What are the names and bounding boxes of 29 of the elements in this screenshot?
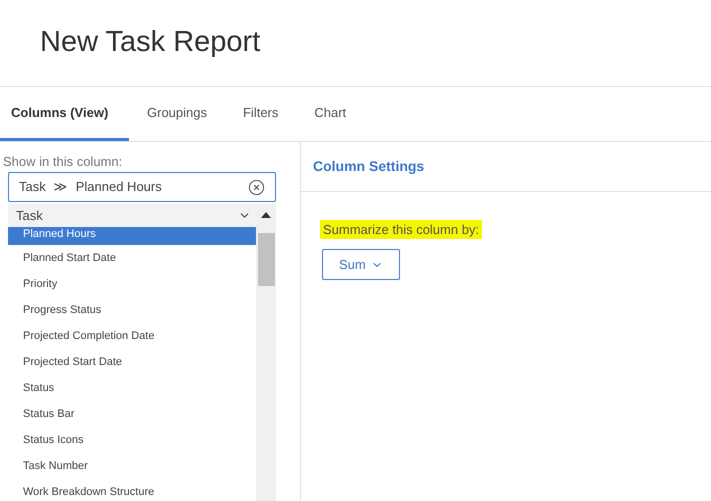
list-item[interactable]: Projected Start Date — [8, 349, 256, 375]
tab[interactable]: Groupings — [129, 87, 225, 141]
list-item[interactable]: Work Breakdown Structure — [8, 479, 256, 501]
clear-icon[interactable] — [248, 178, 265, 196]
group-header[interactable]: Task — [8, 204, 256, 227]
report-title: New Task Report — [40, 25, 260, 60]
panel-title: Column Settings — [313, 157, 424, 176]
list-item[interactable]: Projected Completion Date — [8, 323, 256, 349]
tab[interactable]: Chart — [296, 87, 364, 141]
scroll-up-icon[interactable] — [261, 212, 271, 218]
list-item[interactable]: Progress Status — [8, 297, 256, 323]
tab[interactable]: Columns (View) — [0, 87, 129, 141]
field-value: Planned Hours — [76, 178, 163, 196]
list-item[interactable]: Planned Start Date — [8, 245, 256, 271]
field-object: Task — [19, 178, 46, 196]
list-item[interactable]: Planned Hours — [8, 227, 256, 245]
list-item[interactable]: Status Bar — [8, 401, 256, 427]
separator: ≫ — [54, 178, 68, 196]
list-item[interactable]: Status Icons — [8, 427, 256, 453]
list-item[interactable]: Status — [8, 375, 256, 401]
summary-dropdown[interactable]: Sum — [322, 249, 400, 280]
list-item[interactable]: Task Number — [8, 453, 256, 479]
field-label: Show in this column: — [3, 154, 124, 170]
scrollbar[interactable] — [256, 204, 276, 501]
tab[interactable]: Filters — [224, 87, 296, 141]
list-item[interactable]: Priority — [8, 271, 256, 297]
summarize-label: Summarize this column by: — [320, 220, 482, 239]
scroll-thumb[interactable] — [258, 233, 274, 286]
column-field[interactable]: Task ≫ Planned Hours — [8, 172, 276, 202]
